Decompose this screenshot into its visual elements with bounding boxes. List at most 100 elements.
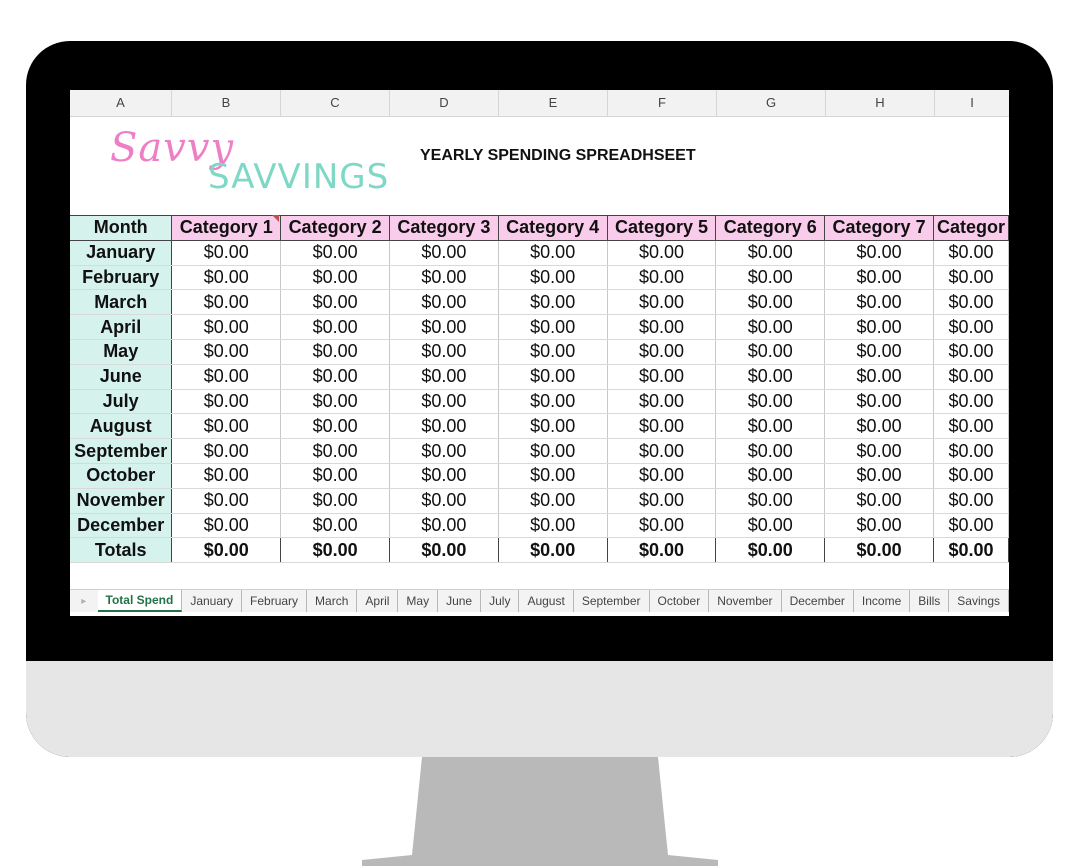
value-cell[interactable]: $0.00 [389, 364, 499, 390]
sheet-tab-august[interactable]: August [519, 590, 574, 612]
month-cell[interactable]: March [70, 289, 173, 316]
category-header[interactable]: Category 3 [389, 215, 499, 241]
value-cell[interactable]: $0.00 [715, 389, 826, 415]
value-cell[interactable]: $0.00 [715, 463, 826, 489]
value-cell[interactable]: $0.00 [607, 265, 717, 291]
sheet-tab-income[interactable]: Income [854, 590, 911, 612]
value-cell[interactable]: $0.00 [824, 339, 934, 365]
value-cell[interactable]: $0.00 [389, 413, 499, 440]
sheet-tab-total-spend[interactable]: Total Spend [97, 590, 183, 612]
value-cell[interactable]: $0.00 [389, 513, 499, 539]
value-cell[interactable]: $0.00 [389, 240, 499, 266]
sheet-tab-september[interactable]: September [574, 590, 650, 612]
value-cell[interactable]: $0.00 [171, 265, 282, 291]
value-cell[interactable]: $0.00 [498, 314, 608, 340]
value-cell[interactable]: $0.00 [824, 314, 934, 340]
value-cell[interactable]: $0.00 [280, 438, 390, 464]
value-cell[interactable]: $0.00 [715, 513, 826, 539]
value-cell[interactable]: $0.00 [933, 314, 1009, 340]
value-cell[interactable]: $0.00 [171, 364, 282, 390]
value-cell[interactable]: $0.00 [715, 339, 826, 365]
value-cell[interactable]: $0.00 [933, 463, 1009, 489]
value-cell[interactable]: $0.00 [171, 314, 282, 340]
sheet-tab-bills[interactable]: Bills [910, 590, 950, 612]
value-cell[interactable]: $0.00 [824, 240, 934, 266]
value-cell[interactable]: $0.00 [498, 289, 608, 316]
value-cell[interactable]: $0.00 [824, 488, 934, 514]
value-cell[interactable]: $0.00 [607, 289, 717, 316]
value-cell[interactable]: $0.00 [171, 240, 282, 266]
value-cell[interactable]: $0.00 [280, 289, 390, 316]
column-header-a[interactable]: A [70, 90, 172, 116]
sheet-tab-march[interactable]: March [307, 590, 358, 612]
value-cell[interactable]: $0.00 [607, 339, 717, 365]
value-cell[interactable]: $0.00 [715, 438, 826, 464]
value-cell[interactable]: $0.00 [933, 513, 1009, 539]
value-cell[interactable]: $0.00 [171, 438, 282, 464]
month-header[interactable]: Month [70, 215, 173, 241]
value-cell[interactable]: $0.00 [715, 314, 826, 340]
value-cell[interactable]: $0.00 [280, 389, 390, 415]
value-cell[interactable]: $0.00 [824, 389, 934, 415]
value-cell[interactable]: $0.00 [824, 289, 934, 316]
value-cell[interactable]: $0.00 [389, 289, 499, 316]
value-cell[interactable]: $0.00 [607, 364, 717, 390]
value-cell[interactable]: $0.00 [171, 389, 282, 415]
value-cell[interactable]: $0.00 [715, 289, 826, 316]
value-cell[interactable]: $0.00 [607, 438, 717, 464]
sheet-tab-june[interactable]: June [438, 590, 482, 612]
value-cell[interactable]: $0.00 [280, 413, 390, 440]
value-cell[interactable]: $0.00 [498, 463, 608, 489]
sheet-tab-july[interactable]: July [481, 590, 520, 612]
value-cell[interactable]: $0.00 [280, 513, 390, 539]
value-cell[interactable]: $0.00 [498, 438, 608, 464]
category-header[interactable]: Category 2 [280, 215, 390, 241]
value-cell[interactable]: $0.00 [498, 413, 608, 440]
column-header-d[interactable]: D [390, 90, 499, 116]
value-cell[interactable]: $0.00 [280, 488, 390, 514]
month-cell[interactable]: June [70, 364, 173, 390]
month-cell[interactable]: January [70, 240, 173, 266]
value-cell[interactable]: $0.00 [824, 513, 934, 539]
value-cell[interactable]: $0.00 [389, 389, 499, 415]
value-cell[interactable]: $0.00 [498, 339, 608, 365]
value-cell[interactable]: $0.00 [389, 314, 499, 340]
value-cell[interactable]: $0.00 [607, 240, 717, 266]
value-cell[interactable]: $0.00 [824, 463, 934, 489]
month-cell[interactable]: October [70, 463, 173, 489]
value-cell[interactable]: $0.00 [280, 463, 390, 489]
column-header-e[interactable]: E [499, 90, 608, 116]
value-cell[interactable]: $0.00 [498, 389, 608, 415]
scroll-tabs-left-icon[interactable]: ▸ [70, 596, 98, 607]
value-cell[interactable]: $0.00 [498, 513, 608, 539]
sheet-tab-january[interactable]: January [182, 590, 243, 612]
value-cell[interactable]: $0.00 [933, 339, 1009, 365]
value-cell[interactable]: $0.00 [824, 265, 934, 291]
month-cell[interactable]: September [70, 438, 173, 464]
value-cell[interactable]: $0.00 [607, 488, 717, 514]
value-cell[interactable]: $0.00 [607, 463, 717, 489]
column-header-f[interactable]: F [608, 90, 717, 116]
value-cell[interactable]: $0.00 [607, 513, 717, 539]
column-header-h[interactable]: H [826, 90, 935, 116]
value-cell[interactable]: $0.00 [933, 488, 1009, 514]
value-cell[interactable]: $0.00 [715, 488, 826, 514]
value-cell[interactable]: $0.00 [933, 389, 1009, 415]
category-header[interactable]: Category 5 [607, 215, 717, 241]
category-header[interactable]: Categor [933, 215, 1009, 241]
value-cell[interactable]: $0.00 [715, 413, 826, 440]
value-cell[interactable]: $0.00 [498, 240, 608, 266]
value-cell[interactable]: $0.00 [715, 265, 826, 291]
value-cell[interactable]: $0.00 [933, 289, 1009, 316]
category-header[interactable]: Category 1 [171, 215, 282, 241]
value-cell[interactable]: $0.00 [498, 265, 608, 291]
value-cell[interactable]: $0.00 [389, 265, 499, 291]
value-cell[interactable]: $0.00 [824, 413, 934, 440]
value-cell[interactable]: $0.00 [389, 463, 499, 489]
value-cell[interactable]: $0.00 [498, 364, 608, 390]
value-cell[interactable]: $0.00 [498, 488, 608, 514]
value-cell[interactable]: $0.00 [280, 339, 390, 365]
sheet-tab-october[interactable]: October [650, 590, 710, 612]
sheet-tab-december[interactable]: December [782, 590, 854, 612]
value-cell[interactable]: $0.00 [171, 339, 282, 365]
